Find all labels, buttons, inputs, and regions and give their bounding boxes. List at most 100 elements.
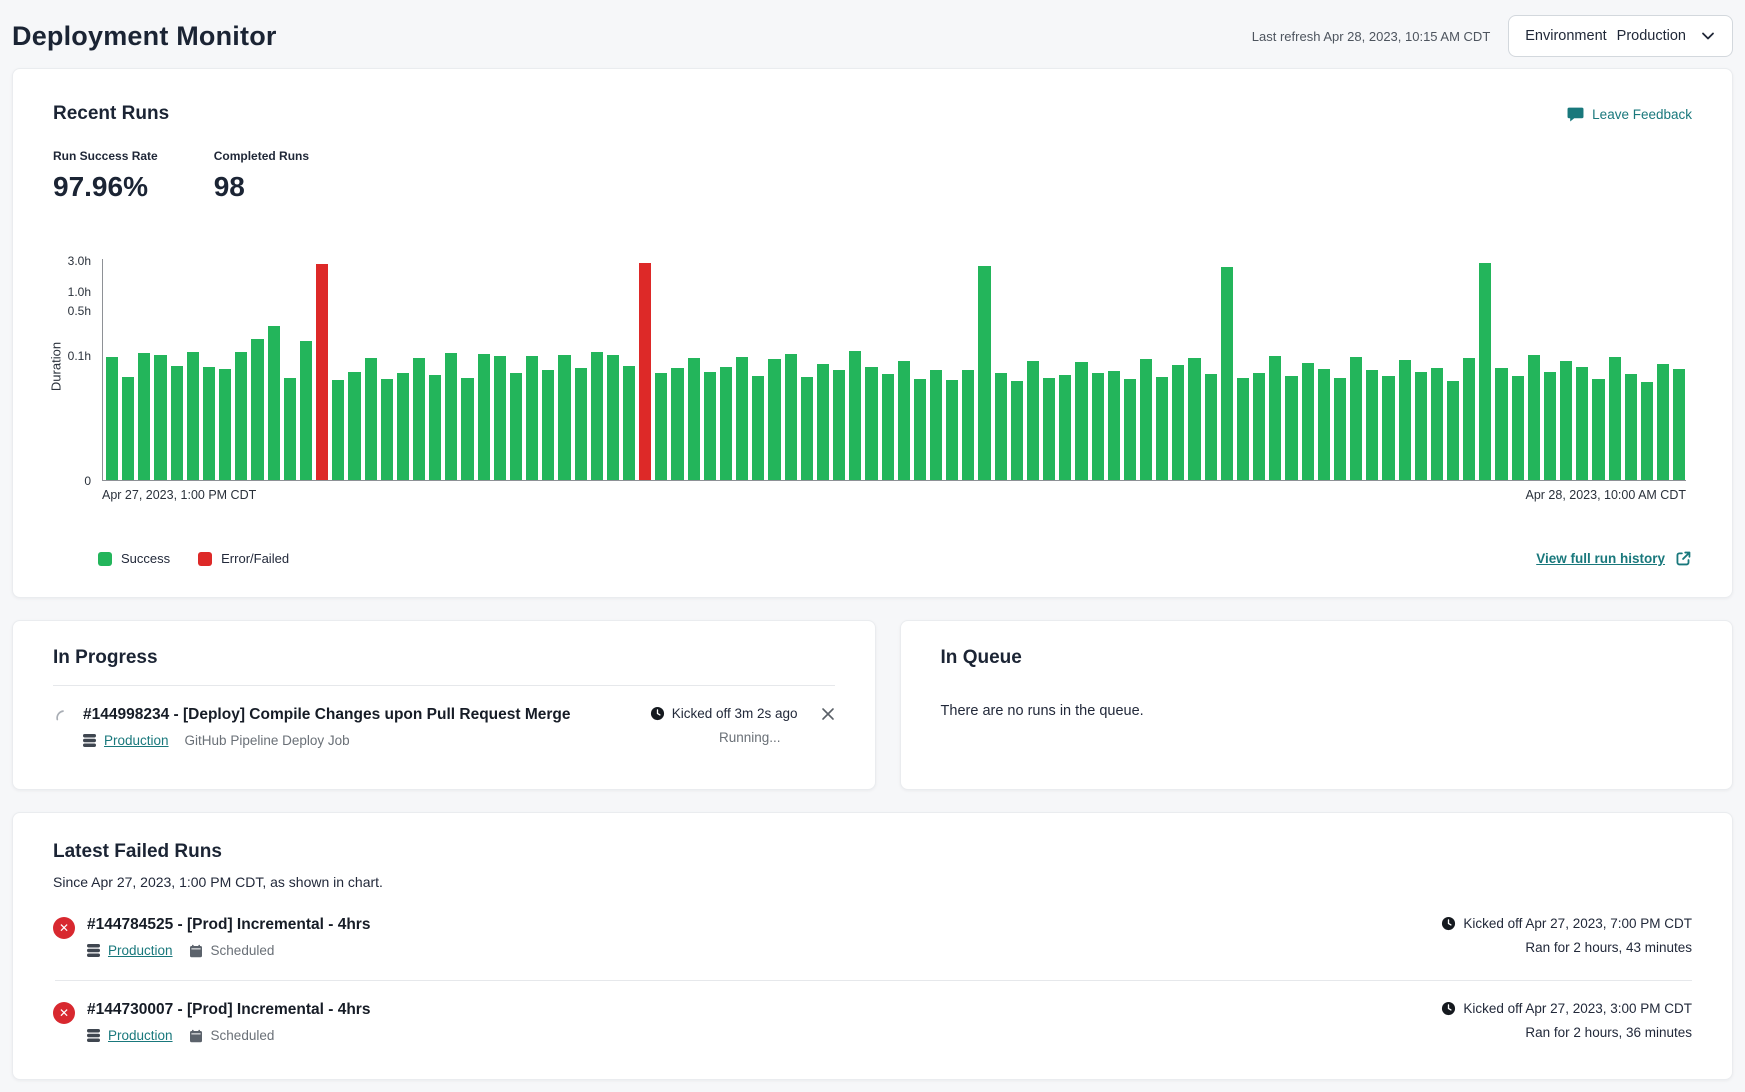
run-bar[interactable] [591, 352, 603, 480]
run-bar[interactable] [1673, 369, 1685, 480]
run-bar[interactable] [1172, 365, 1184, 480]
run-bar[interactable] [575, 368, 587, 480]
run-bar[interactable] [1124, 379, 1136, 480]
run-bar[interactable] [768, 359, 780, 480]
run-bar[interactable] [268, 326, 280, 480]
environment-link[interactable]: Production [104, 733, 169, 748]
run-bar[interactable] [1366, 370, 1378, 480]
run-bar[interactable] [316, 264, 328, 480]
leave-feedback-link[interactable]: Leave Feedback [1567, 106, 1692, 123]
run-bar[interactable] [639, 263, 651, 480]
run-bar[interactable] [1544, 372, 1556, 480]
run-bar[interactable] [171, 366, 183, 480]
run-bar[interactable] [1560, 361, 1572, 480]
run-bar[interactable] [381, 379, 393, 480]
run-bar[interactable] [785, 354, 797, 480]
run-bar[interactable] [429, 375, 441, 480]
run-bar[interactable] [1092, 373, 1104, 480]
run-bar[interactable] [1495, 368, 1507, 480]
run-bar[interactable] [284, 378, 296, 480]
run-bar[interactable] [833, 370, 845, 480]
run-bar[interactable] [1512, 376, 1524, 480]
run-bar[interactable] [817, 364, 829, 480]
run-bar[interactable] [1528, 355, 1540, 480]
run-bar[interactable] [688, 358, 700, 480]
view-full-run-history-link[interactable]: View full run history [1536, 550, 1692, 567]
run-bar[interactable] [1576, 367, 1588, 480]
run-bar[interactable] [478, 354, 490, 480]
run-bar[interactable] [1350, 357, 1362, 480]
run-bar[interactable] [978, 266, 990, 480]
run-bar[interactable] [1205, 374, 1217, 480]
run-bar[interactable] [1108, 371, 1120, 480]
run-bar[interactable] [251, 339, 263, 480]
run-bar[interactable] [526, 356, 538, 480]
run-bar[interactable] [1657, 364, 1669, 480]
run-bar[interactable] [558, 355, 570, 480]
run-bar[interactable] [655, 373, 667, 480]
run-bar[interactable] [962, 370, 974, 480]
environment-dropdown[interactable]: Environment Production [1508, 15, 1733, 57]
run-bar[interactable] [930, 370, 942, 480]
run-bar[interactable] [1059, 375, 1071, 480]
run-bar[interactable] [348, 372, 360, 480]
run-bar[interactable] [365, 358, 377, 480]
run-bar[interactable] [1463, 358, 1475, 480]
run-bar[interactable] [1285, 376, 1297, 480]
run-bar[interactable] [623, 366, 635, 480]
run-bar[interactable] [801, 377, 813, 480]
run-bar[interactable] [1431, 368, 1443, 480]
run-bar[interactable] [914, 379, 926, 480]
run-bar[interactable] [1075, 362, 1087, 480]
run-bar[interactable] [1269, 356, 1281, 480]
run-bar[interactable] [720, 367, 732, 480]
run-bar[interactable] [203, 367, 215, 480]
run-bar[interactable] [1140, 359, 1152, 480]
run-bar[interactable] [1237, 378, 1249, 480]
run-bar[interactable] [898, 361, 910, 480]
run-bar[interactable] [865, 367, 877, 480]
run-bar[interactable] [1156, 377, 1168, 480]
run-bar[interactable] [510, 373, 522, 480]
run-bar[interactable] [1011, 381, 1023, 480]
run-bar[interactable] [671, 368, 683, 480]
run-bar[interactable] [332, 380, 344, 480]
run-bar[interactable] [413, 358, 425, 480]
environment-link[interactable]: Production [108, 943, 173, 958]
run-bar[interactable] [1479, 263, 1491, 480]
run-bar[interactable] [1221, 267, 1233, 480]
run-bar[interactable] [1625, 374, 1637, 480]
run-bar[interactable] [138, 353, 150, 480]
run-bar[interactable] [946, 380, 958, 480]
run-bar[interactable] [1592, 379, 1604, 480]
run-bar[interactable] [397, 373, 409, 480]
run-bar[interactable] [219, 369, 231, 480]
run-bar[interactable] [607, 355, 619, 480]
run-bar[interactable] [704, 372, 716, 480]
run-bar[interactable] [1253, 373, 1265, 480]
run-bar[interactable] [461, 378, 473, 480]
run-bar[interactable] [235, 352, 247, 480]
run-bar[interactable] [1415, 372, 1427, 480]
environment-link[interactable]: Production [108, 1028, 173, 1043]
run-bar[interactable] [1641, 382, 1653, 480]
run-bar[interactable] [154, 355, 166, 480]
run-bar[interactable] [736, 357, 748, 480]
run-bar[interactable] [1447, 381, 1459, 480]
run-bar[interactable] [106, 357, 118, 480]
run-bar[interactable] [1318, 369, 1330, 480]
run-bar[interactable] [122, 377, 134, 480]
run-bar[interactable] [1382, 376, 1394, 480]
run-bar[interactable] [1043, 378, 1055, 480]
run-bar[interactable] [1302, 363, 1314, 480]
run-bar[interactable] [1188, 358, 1200, 480]
run-bar[interactable] [187, 352, 199, 480]
run-bar[interactable] [300, 341, 312, 480]
run-bar[interactable] [849, 351, 861, 480]
run-bar[interactable] [1609, 357, 1621, 480]
run-bar[interactable] [1334, 378, 1346, 480]
run-bar[interactable] [542, 370, 554, 480]
run-bar[interactable] [995, 373, 1007, 480]
run-bar[interactable] [1399, 360, 1411, 480]
run-bar[interactable] [1027, 361, 1039, 480]
